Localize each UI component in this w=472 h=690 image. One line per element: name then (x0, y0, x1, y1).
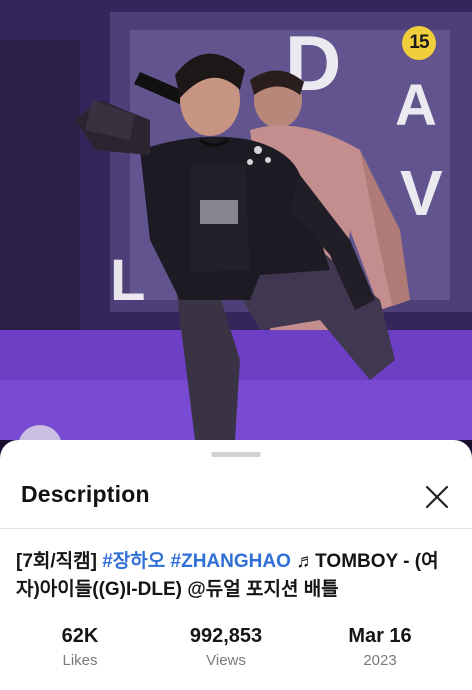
sheet-drag-handle[interactable] (211, 452, 261, 457)
age-rating-badge: 15 (402, 26, 436, 60)
sheet-title: Description (21, 481, 150, 507)
description-sheet: Description [7회/직캠] #장하오 #ZHANGHAO ♬TOMB… (0, 440, 472, 690)
sheet-divider (0, 528, 472, 529)
stage-letter: V (400, 157, 443, 229)
hashtag-link[interactable]: #장하오 (102, 551, 165, 572)
likes-count: 62K (61, 625, 99, 647)
publish-year: 2023 (363, 652, 397, 669)
stage-letter: A (395, 73, 437, 138)
close-button[interactable] (420, 480, 454, 514)
views-stat: 992,853 Views (166, 625, 286, 669)
hashtag-link[interactable]: #ZHANGHAO (171, 551, 291, 572)
publish-date-stat: Mar 16 2023 (330, 625, 430, 669)
music-note-icon: ♬ (290, 551, 316, 572)
views-count: 992,853 (189, 625, 263, 647)
video-frame[interactable]: D A V L 15 (0, 0, 472, 440)
stats-row: 62K Likes 992,853 Views Mar 16 2023 (0, 625, 472, 675)
views-label: Views (206, 652, 246, 669)
likes-stat: 62K Likes (30, 625, 130, 669)
description-prefix: [7회/직캠] (16, 551, 103, 572)
publish-date: Mar 16 (348, 625, 412, 647)
stage-letter: L (110, 248, 145, 313)
likes-label: Likes (62, 652, 98, 669)
close-icon (425, 485, 449, 509)
video-description: [7회/직캠] #장하오 #ZHANGHAO ♬TOMBOY - (여자)아이들… (16, 548, 461, 604)
video-still: D A V L (0, 0, 472, 440)
